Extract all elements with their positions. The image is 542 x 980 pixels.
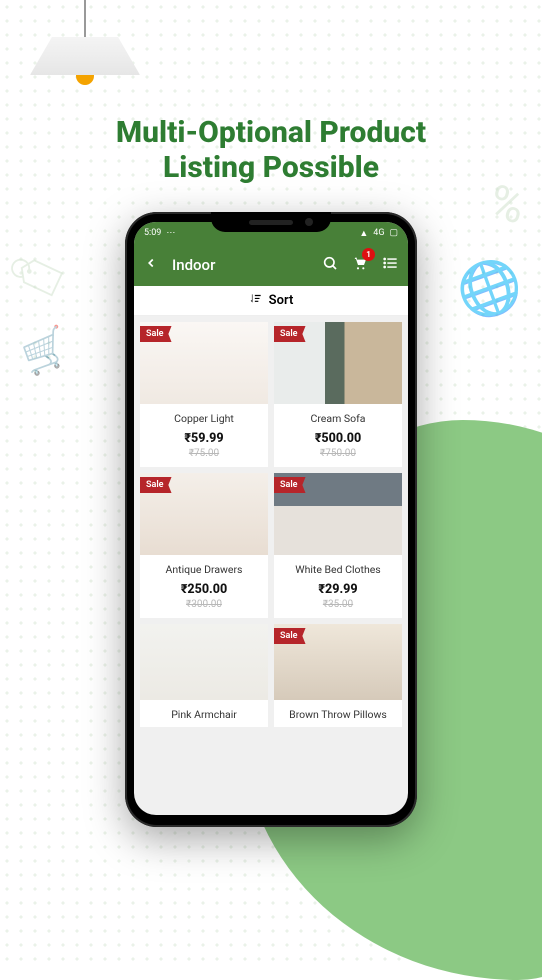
page-title: Indoor (172, 256, 308, 274)
product-name: Brown Throw Pillows (274, 700, 402, 727)
product-thumb: Sale (140, 322, 268, 404)
sale-badge: Sale (274, 628, 306, 644)
product-thumb (140, 624, 268, 700)
product-thumb: Sale (274, 624, 402, 700)
sale-badge: Sale (140, 326, 172, 342)
status-network: 4G (373, 228, 384, 238)
product-card[interactable]: Sale Copper Light ₹59.99 ₹75.00 (140, 322, 268, 467)
promo-headline: Multi-Optional Product Listing Possible (0, 115, 542, 186)
cart-icon[interactable]: 1 (352, 255, 368, 275)
product-thumb: Sale (274, 473, 402, 555)
status-time: 5:09 (144, 228, 161, 238)
sale-badge: Sale (140, 477, 172, 493)
phone-frame: 5:09 ⋯ ▲ 4G ▢ Indoor 1 (125, 212, 417, 827)
product-oldprice: ₹300.00 (140, 597, 268, 618)
cart-badge: 1 (362, 248, 375, 261)
product-card[interactable]: Sale White Bed Clothes ₹29.99 ₹35.00 (274, 473, 402, 618)
status-battery-icon: ▢ (389, 228, 398, 238)
search-icon[interactable] (322, 255, 338, 275)
status-signal-icon: ▲ (359, 228, 368, 239)
product-card[interactable]: Pink Armchair (140, 624, 268, 727)
back-icon[interactable] (144, 256, 158, 274)
product-oldprice: ₹750.00 (274, 446, 402, 467)
phone-screen: 5:09 ⋯ ▲ 4G ▢ Indoor 1 (134, 222, 408, 815)
appbar: Indoor 1 (134, 244, 408, 286)
product-name: Cream Sofa (274, 404, 402, 431)
product-card[interactable]: Sale Antique Drawers ₹250.00 ₹300.00 (140, 473, 268, 618)
product-thumb: Sale (274, 322, 402, 404)
product-price: ₹29.99 (274, 582, 402, 597)
sort-icon (249, 291, 263, 310)
sort-label: Sort (269, 293, 294, 308)
product-thumb: Sale (140, 473, 268, 555)
phone-notch (211, 212, 331, 232)
product-name: Antique Drawers (140, 555, 268, 582)
status-carrier-icon: ⋯ (166, 228, 175, 238)
product-card[interactable]: Sale Cream Sofa ₹500.00 ₹750.00 (274, 322, 402, 467)
promo-headline-line2: Listing Possible (24, 150, 518, 185)
lamp-decor (30, 0, 140, 85)
product-grid: Sale Copper Light ₹59.99 ₹75.00 Sale Cre… (134, 316, 408, 733)
product-card[interactable]: Sale Brown Throw Pillows (274, 624, 402, 727)
product-oldprice: ₹75.00 (140, 446, 268, 467)
product-name: Copper Light (140, 404, 268, 431)
sort-button[interactable]: Sort (134, 286, 408, 316)
list-icon[interactable] (382, 255, 398, 275)
product-price: ₹250.00 (140, 582, 268, 597)
product-oldprice: ₹35.00 (274, 597, 402, 618)
sale-badge: Sale (274, 326, 306, 342)
promo-headline-line1: Multi-Optional Product (24, 115, 518, 150)
product-price: ₹59.99 (140, 431, 268, 446)
product-name: Pink Armchair (140, 700, 268, 727)
sale-badge: Sale (274, 477, 306, 493)
product-price: ₹500.00 (274, 431, 402, 446)
product-name: White Bed Clothes (274, 555, 402, 582)
